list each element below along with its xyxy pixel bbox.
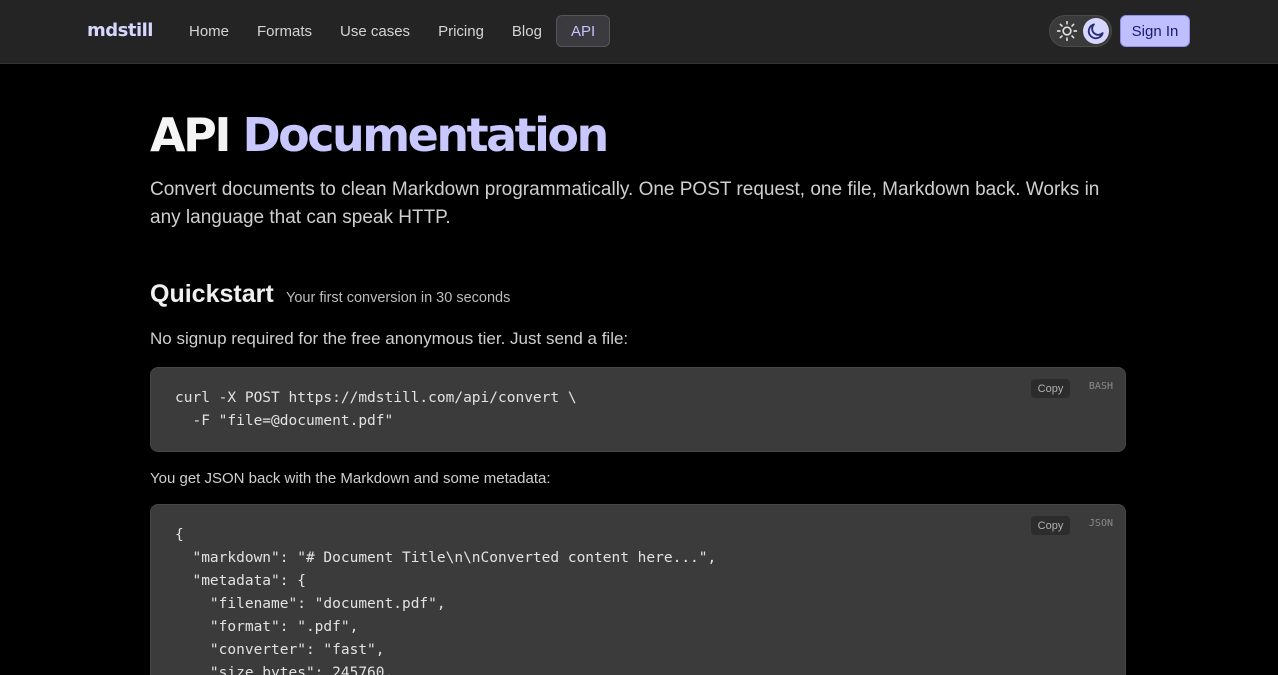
logo[interactable]: mdstill	[87, 20, 153, 41]
json-code-block: { "markdown": "# Document Title\n\nConve…	[150, 504, 1126, 675]
quickstart-subtitle: Your first conversion in 30 seconds	[286, 290, 511, 306]
nav-link-blog[interactable]: Blog	[498, 15, 556, 47]
theme-toggle[interactable]	[1049, 15, 1112, 47]
bash-code-text[interactable]: curl -X POST https://mdstill.com/api/con…	[175, 387, 577, 433]
intro-paragraph: Convert documents to clean Markdown prog…	[150, 179, 1100, 228]
quickstart-heading: Quickstart	[150, 280, 274, 308]
nav-link-use-cases[interactable]: Use cases	[326, 15, 424, 47]
bash-code-block: curl -X POST https://mdstill.com/api/con…	[150, 367, 1126, 452]
top-navbar: mdstill Home Formats Use cases Pricing B…	[0, 0, 1278, 64]
json-code-text[interactable]: { "markdown": "# Document Title\n\nConve…	[175, 524, 716, 675]
nav-link-pricing[interactable]: Pricing	[424, 15, 498, 47]
sun-icon[interactable]	[1056, 20, 1078, 42]
nav-links: Home Formats Use cases Pricing Blog API	[175, 15, 611, 47]
copy-json-button[interactable]: Copy	[1031, 516, 1070, 535]
page-title: API Documentation	[150, 108, 609, 162]
copy-bash-button[interactable]: Copy	[1031, 379, 1070, 398]
json-language-label: JSON	[1088, 518, 1113, 529]
nav-link-formats[interactable]: Formats	[243, 15, 326, 47]
json-intro-text: You get JSON back with the Markdown and …	[150, 470, 551, 487]
bash-language-label: BASH	[1088, 381, 1113, 392]
moon-icon	[1087, 23, 1104, 40]
nav-link-api[interactable]: API	[555, 15, 611, 47]
sign-in-button[interactable]: Sign In	[1120, 15, 1190, 47]
page-title-accent: Documentation	[242, 108, 609, 162]
page-title-plain: API	[150, 108, 231, 162]
quickstart-note: No signup required for the free anonymou…	[150, 329, 629, 348]
theme-dark-indicator[interactable]	[1083, 18, 1109, 44]
nav-link-home[interactable]: Home	[175, 15, 243, 47]
